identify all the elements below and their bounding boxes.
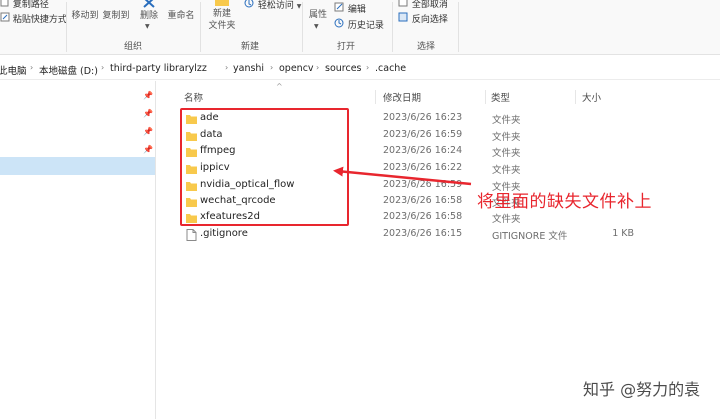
file-name: .gitignore	[200, 228, 248, 239]
organize-group-label: 组织	[123, 42, 142, 52]
highlight-box	[180, 108, 349, 226]
table-row[interactable]: .gitignore 2023/6/26 16:15 GITIGNORE 文件 …	[180, 226, 640, 243]
rename-label: 重命名	[167, 11, 195, 21]
breadcrumb-folder[interactable]: sources	[325, 63, 362, 74]
new-folder-label-line1: 新建	[212, 9, 231, 19]
column-header-size[interactable]: 大小	[582, 90, 601, 104]
column-divider[interactable]	[375, 90, 376, 104]
delete-dropdown-icon[interactable]: ▼	[145, 21, 150, 32]
copy-path-icon	[0, 0, 10, 12]
easy-access-icon	[244, 0, 255, 13]
chevron-right-icon[interactable]: ›	[366, 63, 369, 72]
file-type: GITIGNORE 文件	[492, 231, 568, 242]
paste-shortcut-button[interactable]: 粘贴快捷方式	[0, 12, 67, 26]
ribbon-group-select: 全部取消 反向选择 选择	[394, 0, 458, 55]
pin-icon[interactable]: 📌	[143, 127, 153, 137]
select-none-icon	[398, 0, 409, 12]
breadcrumb-folder[interactable]: yanshi	[233, 63, 264, 74]
address-bar[interactable]: 此电脑 › 本地磁盘 (D:) › third-party librarylzz…	[0, 60, 720, 80]
invert-selection-label: 反向选择	[411, 15, 448, 25]
file-date: 2023/6/26 16:58	[383, 211, 463, 222]
arrow-icon	[333, 166, 472, 186]
file-type: 文件夹	[492, 214, 521, 225]
file-type: 文件夹	[492, 148, 521, 159]
edit-label: 编辑	[347, 5, 366, 15]
select-group-label: 选择	[416, 42, 435, 52]
history-button[interactable]: 历史记录	[334, 18, 384, 32]
paste-shortcut-label: 粘贴快捷方式	[12, 15, 67, 25]
ribbon-group-open: 属性 ▼ 编辑 历史记录 打开	[302, 0, 390, 55]
column-header-name[interactable]: 名称	[184, 90, 203, 104]
open-group-label: 打开	[336, 42, 355, 52]
easy-access-label: 轻松访问	[257, 1, 294, 11]
easy-access-dropdown-icon: ▼	[296, 3, 302, 10]
file-date: 2023/6/26 16:23	[383, 112, 463, 123]
ribbon-separator	[458, 2, 459, 52]
breadcrumb-folder[interactable]: opencv	[279, 63, 314, 74]
ribbon: 复制路径 粘贴快捷方式 移动到 复制到 删除 ▼ 重命名 组织 新建 文件夹 轻…	[0, 0, 720, 55]
column-header-type[interactable]: 类型	[491, 90, 510, 104]
select-none-button[interactable]: 全部取消	[398, 0, 448, 11]
copy-to-label: 复制到	[102, 11, 130, 21]
column-header-date[interactable]: 修改日期	[383, 90, 421, 104]
new-group-label: 新建	[240, 42, 259, 52]
easy-access-button[interactable]: 轻松访问 ▼	[244, 0, 301, 12]
ribbon-group-clipboard: 复制路径 粘贴快捷方式	[0, 0, 70, 55]
breadcrumb-this-pc[interactable]: 此电脑	[0, 63, 27, 77]
breadcrumb-current[interactable]: .cache	[375, 63, 406, 74]
ribbon-separator	[392, 2, 393, 52]
file-type: 文件夹	[492, 115, 521, 126]
properties-label: 属性	[308, 10, 327, 20]
sort-ascending-icon: ^	[276, 82, 283, 91]
breadcrumb-drive[interactable]: 本地磁盘 (D:)	[39, 63, 98, 77]
pane-divider[interactable]	[155, 81, 156, 419]
pin-icon[interactable]: 📌	[143, 109, 153, 119]
select-none-label: 全部取消	[411, 0, 448, 10]
invert-selection-icon	[398, 12, 409, 27]
new-folder-label-line2: 文件夹	[208, 21, 236, 31]
pin-icon[interactable]: 📌	[143, 145, 153, 155]
history-icon	[334, 18, 345, 33]
copy-path-label: 复制路径	[12, 0, 49, 10]
nav-selected-item[interactable]	[0, 157, 155, 175]
pin-icon[interactable]: 📌	[143, 91, 153, 101]
file-size: 1 KB	[612, 228, 634, 239]
ribbon-group-new: 新建 文件夹 轻松访问 ▼ 新建	[200, 0, 301, 55]
file-type: 文件夹	[492, 132, 521, 143]
edit-button[interactable]: 编辑	[334, 2, 366, 16]
copy-path-button[interactable]: 复制路径	[0, 0, 49, 11]
navigation-pane[interactable]	[0, 81, 156, 419]
move-to-label: 移动到	[71, 11, 99, 21]
chevron-right-icon[interactable]: ›	[101, 63, 104, 72]
invert-selection-button[interactable]: 反向选择	[398, 12, 448, 26]
file-date: 2023/6/26 16:15	[383, 228, 463, 239]
edit-icon	[334, 2, 345, 17]
chevron-right-icon[interactable]: ›	[225, 63, 228, 72]
chevron-right-icon[interactable]: ›	[30, 63, 33, 72]
ribbon-group-organize: 移动到 复制到 删除 ▼ 重命名 组织	[66, 0, 200, 55]
properties-dropdown-icon[interactable]: ▼	[314, 21, 319, 32]
column-divider[interactable]	[485, 90, 486, 104]
annotation-text: 将里面的缺失文件补上	[477, 192, 652, 212]
chevron-right-icon[interactable]: ›	[316, 63, 319, 72]
file-icon	[186, 229, 197, 244]
paste-shortcut-icon	[0, 12, 10, 27]
watermark: 知乎 @努力的袁	[583, 380, 701, 399]
chevron-right-icon[interactable]: ›	[270, 63, 273, 72]
file-date: 2023/6/26 16:59	[383, 129, 463, 140]
breadcrumb-folder[interactable]: third-party librarylzz	[110, 63, 207, 74]
column-divider[interactable]	[575, 90, 576, 104]
file-type: 文件夹	[492, 165, 521, 176]
history-label: 历史记录	[347, 21, 384, 31]
file-date: 2023/6/26 16:24	[383, 145, 463, 156]
